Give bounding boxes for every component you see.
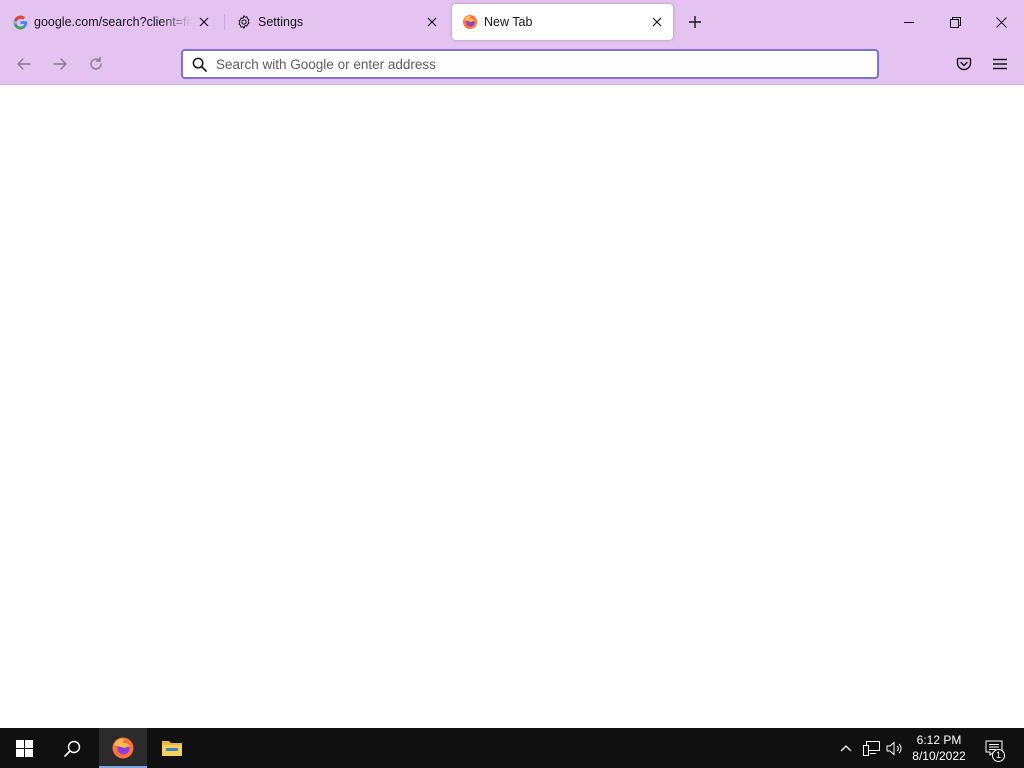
clock-date: 8/10/2022	[912, 749, 966, 763]
pocket-button[interactable]	[950, 50, 978, 78]
speaker-icon	[886, 740, 904, 756]
search-icon	[190, 55, 208, 73]
url-input[interactable]	[216, 56, 877, 72]
reload-button[interactable]	[82, 50, 110, 78]
close-icon	[995, 16, 1007, 28]
taskbar-clock[interactable]: 6:12 PM 8/10/2022	[906, 731, 972, 765]
folder-icon	[161, 738, 183, 758]
taskbar-firefox[interactable]	[99, 728, 147, 768]
taskbar-search-button[interactable]	[48, 728, 96, 768]
minimize-button[interactable]	[886, 0, 932, 44]
network-icon	[862, 740, 880, 756]
restore-icon	[949, 16, 961, 28]
close-icon[interactable]	[649, 14, 665, 30]
hamburger-menu-icon	[993, 58, 1007, 70]
action-center-button[interactable]	[976, 728, 1012, 768]
nav-toolbar	[0, 44, 1024, 85]
gear-icon	[236, 14, 252, 30]
new-tab-button[interactable]	[684, 11, 706, 33]
back-button[interactable]	[10, 50, 38, 78]
tab-title: Settings	[258, 15, 304, 29]
notification-badge: 1	[992, 749, 1005, 762]
chevron-up-icon	[840, 744, 852, 752]
firefox-icon	[462, 14, 478, 30]
search-icon	[63, 740, 81, 757]
tab-strip: google.com/search?client=firefox Setting…	[0, 0, 1024, 44]
tab-google-search[interactable]: google.com/search?client=firefox	[2, 4, 220, 40]
close-icon[interactable]	[424, 14, 440, 30]
arrow-left-icon	[16, 56, 32, 72]
app-menu-button[interactable]	[986, 50, 1014, 78]
close-icon[interactable]	[196, 14, 212, 30]
tab-settings[interactable]: Settings	[226, 4, 448, 40]
taskbar-file-explorer[interactable]	[148, 728, 196, 768]
reload-icon	[88, 56, 104, 72]
google-icon	[12, 14, 28, 30]
tab-new-tab[interactable]: New Tab	[452, 4, 673, 40]
restore-button[interactable]	[932, 0, 978, 44]
network-button[interactable]	[860, 728, 882, 768]
tab-title: google.com/search?client=firefox	[34, 15, 192, 29]
arrow-right-icon	[52, 56, 68, 72]
url-bar[interactable]	[181, 49, 879, 79]
minimize-icon	[904, 17, 914, 27]
clock-time: 6:12 PM	[916, 733, 962, 747]
taskbar: 6:12 PM 8/10/2022	[0, 728, 1024, 768]
windows-icon	[15, 739, 33, 757]
tab-separator	[224, 14, 225, 30]
plus-icon	[688, 15, 702, 29]
page-content	[0, 85, 1024, 728]
volume-button[interactable]	[884, 728, 906, 768]
show-hidden-icons-button[interactable]	[836, 728, 856, 768]
firefox-icon	[111, 736, 135, 760]
pocket-icon	[956, 56, 972, 72]
start-button[interactable]	[0, 728, 48, 768]
forward-button[interactable]	[46, 50, 74, 78]
tab-title: New Tab	[484, 15, 533, 29]
close-window-button[interactable]	[978, 0, 1024, 44]
